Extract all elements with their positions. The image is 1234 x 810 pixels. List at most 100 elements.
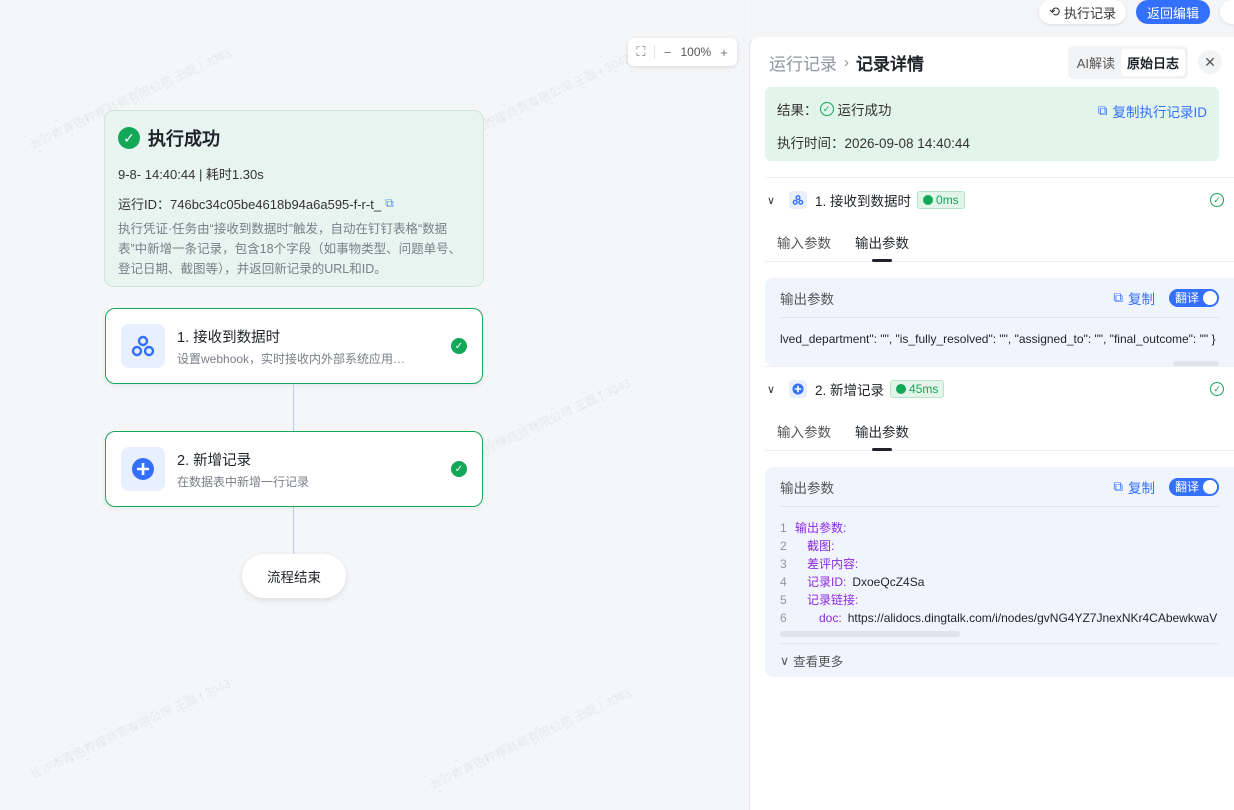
summary-description: 执行凭证·任务由“接收到数据时”触发，自动在钉钉表格“数据表”中新增一条记录，包… xyxy=(118,222,462,276)
code-line: 4 记录ID: DxoeQcZ4Sa xyxy=(780,573,1219,591)
copy-record-id-button[interactable]: ⧉ 复制执行记录ID xyxy=(1098,101,1207,121)
tab-output-params[interactable]: 输出参数 xyxy=(855,411,909,451)
copy-button[interactable]: ⧉ 复制 xyxy=(1113,288,1155,308)
zoom-in-icon[interactable]: + xyxy=(717,45,731,60)
add-record-icon xyxy=(121,447,165,491)
step-success-icon: ✓ xyxy=(1210,382,1224,396)
node-subtitle: 设置webhook，实时接收内外部系统应用的数据 xyxy=(177,351,417,366)
tab-input-params[interactable]: 输入参数 xyxy=(777,222,831,262)
view-mode-switch: AI解读 原始日志 xyxy=(1067,45,1188,79)
node-subtitle: 在数据表中新增一行记录 xyxy=(177,474,310,489)
flow-connector xyxy=(293,507,294,554)
line-number: 3 xyxy=(780,557,787,571)
view-more-button[interactable]: ∨ 查看更多 xyxy=(780,643,1219,677)
line-number: 5 xyxy=(780,593,787,607)
more-button[interactable] xyxy=(1220,0,1234,24)
history-icon: ⟲ xyxy=(1049,4,1060,19)
horizontal-scrollbar[interactable] xyxy=(1173,361,1219,366)
summary-title-row: ✓ 执行成功 xyxy=(118,125,470,151)
flow-node-receive-data[interactable]: 1. 接收到数据时 设置webhook，实时接收内外部系统应用的数据 ✓ xyxy=(105,308,483,384)
chevron-down-icon: ∨ xyxy=(780,654,790,668)
flow-end-node[interactable]: 流程结束 xyxy=(242,554,346,598)
fit-screen-icon[interactable]: ⛶ xyxy=(634,44,648,60)
json-output: lved_department": "", "is_fully_resolved… xyxy=(780,318,1219,366)
clock-icon xyxy=(896,384,907,394)
line-number: 1 xyxy=(780,521,787,535)
output-header: 输出参数 ⧉ 复制 翻译 xyxy=(780,278,1219,318)
step-header[interactable]: ∨ 1. 接收到数据时 0ms ✓ xyxy=(765,178,1234,222)
horizontal-scrollbar[interactable] xyxy=(780,631,960,637)
node-success-icon: ✓ xyxy=(451,338,467,354)
run-id-row: 运行ID：746bc34c05be4618b94a6a595-f-r-t_ ⧉ xyxy=(118,194,470,213)
flow-node-add-record[interactable]: 2. 新增记录 在数据表中新增一行记录 ✓ xyxy=(105,431,483,507)
json-text: lved_department": "", "is_fully_resolved… xyxy=(780,332,1216,346)
output-header: 输出参数 ⧉ 复制 翻译 xyxy=(780,467,1219,507)
node-title: 1. 接收到数据时 xyxy=(177,329,281,346)
copy-button[interactable]: ⧉ 复制 xyxy=(1113,477,1155,497)
code-line: 2 截图: xyxy=(780,537,1219,555)
top-toolbar: ⟲ 执行记录 返回编辑 xyxy=(1039,0,1234,24)
output-label: 输出参数 xyxy=(780,291,834,307)
tab-input-params[interactable]: 输入参数 xyxy=(777,411,831,451)
zoom-control: ⛶ − 100% + xyxy=(628,38,737,66)
close-icon[interactable]: ✕ xyxy=(1198,50,1222,74)
yaml-output: 1 输出参数: 2 截图: 3 差评内容: 4 记录ID: DxoeQcZ4Sa 5 记录链… xyxy=(780,507,1219,643)
step-header[interactable]: ∨ 2. 新增记录 45ms ✓ xyxy=(765,367,1234,411)
return-edit-button[interactable]: 返回编辑 xyxy=(1135,0,1210,24)
copy-label: 复制 xyxy=(1128,291,1155,307)
param-tabs: 输入参数 输出参数 xyxy=(765,411,1234,451)
step-success-icon: ✓ xyxy=(1210,193,1224,207)
tab-ai-interpret[interactable]: AI解读 xyxy=(1071,49,1121,76)
chevron-down-icon[interactable]: ∨ xyxy=(767,383,781,396)
tab-output-params[interactable]: 输出参数 xyxy=(855,222,909,262)
code-key: 截图: xyxy=(807,539,835,553)
node-title: 2. 新增记录 xyxy=(177,452,252,469)
output-label: 输出参数 xyxy=(780,480,834,496)
translate-toggle[interactable]: 翻译 xyxy=(1169,477,1219,496)
summary-meta: 9-8- 14:40:44 | 耗时1.30s xyxy=(118,167,264,182)
step-title: 1. 接收到数据时 xyxy=(815,194,912,209)
code-line: 5 记录链接: xyxy=(780,591,1219,609)
duration-badge: 45ms xyxy=(890,380,945,398)
view-more-label: 查看更多 xyxy=(793,655,844,669)
panel-header: 运行记录 › 记录详情 AI解读 原始日志 ✕ xyxy=(750,37,1234,87)
tab-raw-log[interactable]: 原始日志 xyxy=(1120,48,1185,76)
code-value: DxoeQcZ4Sa xyxy=(852,575,925,589)
page-title: 记录详情 xyxy=(856,54,924,74)
duration-value: 0ms xyxy=(936,193,959,207)
output-params-box: 输出参数 ⧉ 复制 翻译 lved_department": "", "is_f… xyxy=(765,278,1234,366)
history-button[interactable]: ⟲ 执行记录 xyxy=(1039,0,1126,24)
translate-toggle[interactable]: 翻译 xyxy=(1169,288,1219,307)
code-key: 记录ID: xyxy=(807,575,847,589)
code-key: 差评内容: xyxy=(807,557,859,571)
copy-icon[interactable]: ⧉ xyxy=(385,196,394,211)
success-check-icon: ✓ xyxy=(118,127,140,149)
step-section: ∨ 2. 新增记录 45ms ✓ 输入参数 输出参数 输出参数 ⧉ 复制 翻译 xyxy=(765,366,1234,677)
chevron-right-icon: › xyxy=(844,53,849,71)
output-params-box: 输出参数 ⧉ 复制 翻译 1 输出参数: 2 截图: 3 差评内容: 4 记录ID: Dx… xyxy=(765,467,1234,677)
execution-summary-card: ✓ 执行成功 9-8- 14:40:44 | 耗时1.30s 运行ID：746b… xyxy=(104,110,484,287)
copy-icon: ⧉ xyxy=(1113,478,1123,494)
code-line: 3 差评内容: xyxy=(780,555,1219,573)
duration-badge: 0ms xyxy=(917,191,965,209)
webhook-icon xyxy=(121,324,165,368)
copy-icon: ⧉ xyxy=(1113,289,1123,305)
copy-record-id-label: 复制执行记录ID xyxy=(1112,105,1208,120)
clock-icon xyxy=(923,195,934,205)
result-box: 结果： ✓ 运行成功 执行时间：2026-09-08 14:40:44 ⧉ 复制… xyxy=(765,87,1219,161)
add-record-icon xyxy=(789,380,807,398)
duration-value: 45ms xyxy=(909,382,939,396)
line-number: 2 xyxy=(780,539,787,553)
breadcrumb-run-records[interactable]: 运行记录 xyxy=(769,50,837,75)
result-label: 结果： xyxy=(777,103,818,118)
line-number: 4 xyxy=(780,575,787,589)
code-value: https://alidocs.dingtalk.com/i/nodes/gvN… xyxy=(847,611,1218,625)
chevron-down-icon[interactable]: ∨ xyxy=(767,194,781,207)
result-value: 运行成功 xyxy=(837,103,892,118)
node-text: 2. 新增记录 在数据表中新增一行记录 xyxy=(177,449,451,490)
code-line: 1 输出参数: xyxy=(780,519,1219,537)
zoom-level: 100% xyxy=(680,45,712,59)
zoom-out-icon[interactable]: − xyxy=(661,45,675,60)
flow-connector xyxy=(293,384,294,431)
param-tabs: 输入参数 输出参数 xyxy=(765,222,1234,262)
